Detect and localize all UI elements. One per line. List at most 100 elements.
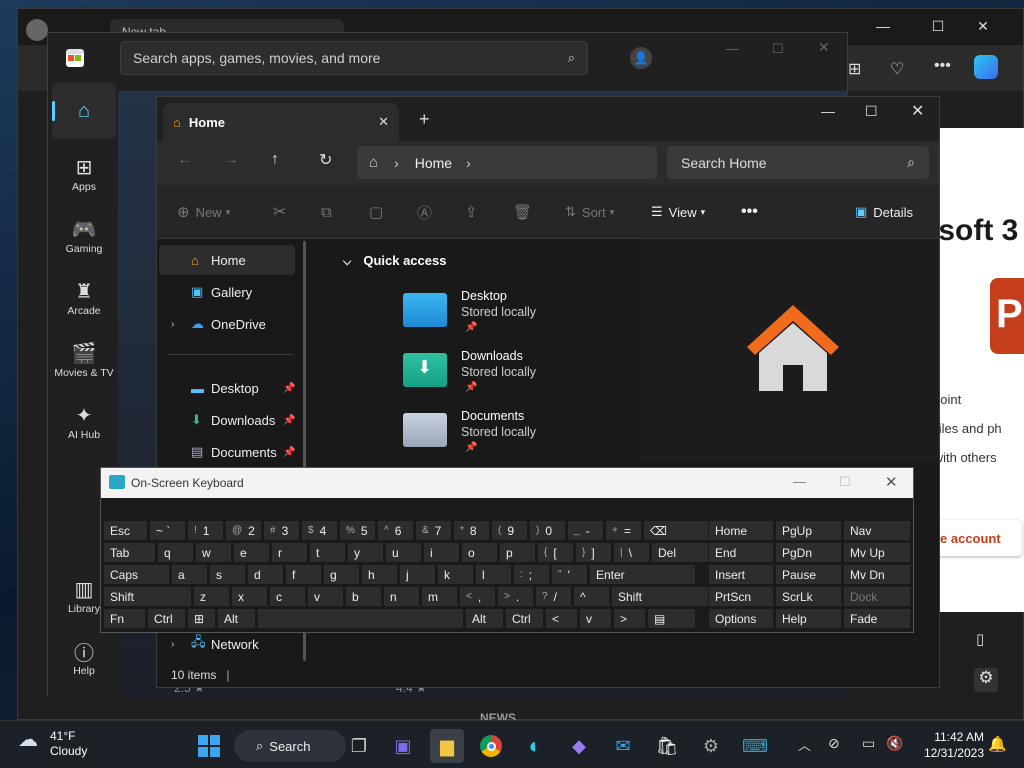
osk-nav-key[interactable]: Fade: [843, 608, 911, 629]
new-button[interactable]: ⊕ New ▾: [177, 201, 230, 223]
osk-key[interactable]: #3: [263, 520, 300, 541]
up-icon[interactable]: ↑: [271, 151, 279, 169]
create-account-button[interactable]: e account: [926, 520, 1022, 556]
chevron-up-icon[interactable]: ︿: [798, 735, 811, 754]
osk-key[interactable]: ) 0: [529, 520, 566, 541]
osk-key[interactable]: Ctrl: [147, 608, 186, 629]
osk-nav-key[interactable]: ScrLk: [775, 586, 842, 607]
quick-access-documents[interactable]: Documents Stored locally 📌: [403, 409, 623, 465]
osk-key[interactable]: >.: [497, 586, 534, 607]
extensions-icon[interactable]: ⊞: [848, 59, 861, 79]
osk-key[interactable]: s: [209, 564, 246, 585]
osk-key[interactable]: f: [285, 564, 322, 585]
file-explorer-icon[interactable]: ▆: [430, 729, 464, 763]
osk-key[interactable]: l: [475, 564, 512, 585]
osk-key[interactable]: Fn: [103, 608, 146, 629]
nav-gallery[interactable]: ▣ Gallery: [159, 277, 295, 307]
osk-key[interactable]: ⊞: [187, 608, 216, 629]
store-nav-arcade[interactable]: ♜ Arcade: [52, 277, 116, 318]
osk-nav-key[interactable]: PrtScn: [708, 586, 774, 607]
clock[interactable]: 11:42 AM 12/31/2023: [924, 729, 984, 761]
close-tab-icon[interactable]: ✕: [378, 114, 389, 130]
explorer-maximize-button[interactable]: ☐: [865, 103, 878, 120]
store-search-input[interactable]: Search apps, games, movies, and more ⌕: [120, 41, 588, 75]
osk-key[interactable]: g: [323, 564, 360, 585]
meet-icon[interactable]: ▣: [386, 729, 420, 763]
osk-key[interactable]: ^ 6: [377, 520, 414, 541]
osk-key[interactable]: ⌫: [643, 520, 710, 541]
osk-nav-key[interactable]: PgUp: [775, 520, 842, 541]
osk-nav-key[interactable]: Mv Dn: [843, 564, 911, 585]
osk-key[interactable]: q: [157, 542, 194, 563]
quick-access-header[interactable]: ⌵ Quick access: [343, 253, 446, 269]
edge-icon[interactable]: ◐: [518, 729, 552, 763]
osk-key[interactable]: v: [307, 586, 344, 607]
osk-key[interactable]: ^: [573, 586, 610, 607]
share-icon[interactable]: ⇪: [465, 201, 478, 223]
account-icon[interactable]: 👤: [630, 47, 652, 69]
clipchamp-icon[interactable]: ◆: [562, 729, 596, 763]
cut-icon[interactable]: ✂: [273, 201, 286, 223]
store-minimize-button[interactable]: —: [726, 41, 739, 56]
osk-key[interactable]: e: [233, 542, 270, 563]
osk-nav-key[interactable]: Options: [708, 608, 774, 629]
osk-key[interactable]: Del: [651, 542, 710, 563]
osk-nav-key[interactable]: Home: [708, 520, 774, 541]
browser-essentials-icon[interactable]: ♡: [890, 59, 904, 79]
osk-key[interactable]: Esc: [103, 520, 148, 541]
osk-key[interactable]: $4: [301, 520, 338, 541]
explorer-minimize-button[interactable]: —: [821, 103, 835, 119]
back-icon[interactable]: ←: [177, 151, 193, 169]
osk-minimize-button[interactable]: —: [793, 474, 806, 489]
osk-key[interactable]: | \: [613, 542, 650, 563]
nav-home[interactable]: ⌂ Home: [159, 245, 295, 275]
copilot-icon[interactable]: [974, 55, 998, 79]
more-options-icon[interactable]: •••: [741, 201, 758, 223]
osk-key[interactable]: h: [361, 564, 398, 585]
store-close-button[interactable]: ✕: [818, 39, 830, 56]
paste-icon[interactable]: ▢: [369, 201, 383, 223]
copy-icon[interactable]: ⧉: [321, 201, 332, 223]
osk-nav-key[interactable]: Insert: [708, 564, 774, 585]
osk-key[interactable]: * 8: [453, 520, 490, 541]
address-bar[interactable]: ⌂ › Home ›: [357, 146, 657, 179]
osk-key[interactable]: Alt: [465, 608, 504, 629]
osk-key[interactable]: v: [579, 608, 612, 629]
quick-access-downloads[interactable]: ⬇ Downloads Stored locally 📌: [403, 349, 623, 405]
edge-maximize-button[interactable]: ☐: [915, 9, 961, 43]
osk-close-button[interactable]: ✕: [885, 473, 898, 491]
osk-nav-key[interactable]: Pause: [775, 564, 842, 585]
osk-key[interactable]: m: [421, 586, 458, 607]
osk-key[interactable]: Enter: [589, 564, 696, 585]
osk-key[interactable]: t: [309, 542, 346, 563]
refresh-icon[interactable]: ↻: [319, 150, 332, 170]
osk-key[interactable]: ~ `: [149, 520, 186, 541]
osk-key[interactable]: u: [385, 542, 422, 563]
osk-key[interactable]: Caps: [103, 564, 170, 585]
osk-key[interactable]: Tab: [103, 542, 156, 563]
osk-key[interactable]: Ctrl: [505, 608, 544, 629]
store-maximize-button[interactable]: ☐: [772, 41, 784, 57]
weather-widget[interactable]: ☁ 41°F Cloudy: [18, 729, 87, 759]
osk-key[interactable]: c: [269, 586, 306, 607]
osk-key[interactable]: ▤: [647, 608, 696, 629]
nav-downloads[interactable]: ⬇ Downloads 📌: [159, 405, 295, 435]
edge-minimize-button[interactable]: —: [860, 9, 906, 43]
osk-nav-key[interactable]: Dock: [843, 586, 911, 607]
nav-onedrive[interactable]: › ☁ OneDrive: [159, 309, 295, 339]
task-view-icon[interactable]: ❐: [342, 729, 376, 763]
osk-key[interactable]: k: [437, 564, 474, 585]
sidebar-toggle-icon[interactable]: ▯: [976, 630, 984, 648]
delete-icon[interactable]: 🗑: [513, 201, 532, 223]
osk-key[interactable]: (9: [491, 520, 528, 541]
store-nav-home[interactable]: ⌂: [52, 83, 116, 139]
view-button[interactable]: ☰ View ▾: [651, 201, 705, 223]
osk-key[interactable]: + =: [605, 520, 642, 541]
explorer-search-input[interactable]: Search Home ⌕: [667, 146, 929, 179]
osk-nav-key[interactable]: Nav: [843, 520, 911, 541]
taskbar-search[interactable]: ⌕ Search: [234, 730, 346, 762]
explorer-tab-home[interactable]: ⌂ Home ✕: [163, 103, 399, 141]
display-icon[interactable]: ▭: [862, 735, 875, 752]
osk-key[interactable]: @2: [225, 520, 262, 541]
osk-nav-key[interactable]: Mv Up: [843, 542, 911, 563]
